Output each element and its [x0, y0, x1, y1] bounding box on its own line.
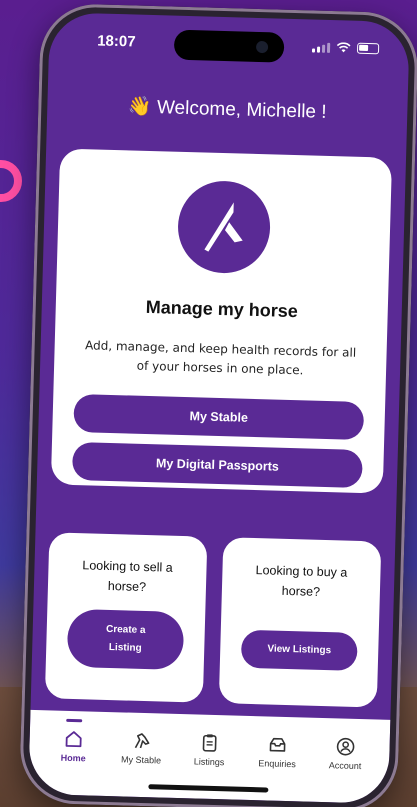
tab-listings[interactable]: Listings: [180, 732, 239, 768]
buy-horse-text: Looking to buy a horse?: [255, 563, 348, 599]
tab-my-stable[interactable]: My Stable: [112, 730, 171, 766]
pink-ring-decoration: [0, 160, 22, 202]
wifi-icon: [336, 41, 351, 52]
waving-hand-icon: 👋: [127, 96, 153, 119]
clipboard-icon: [202, 734, 217, 752]
welcome-text: Welcome, Michelle !: [156, 97, 327, 123]
bottom-tab-bar: Home My Stable Listings Enquiries Accoun…: [28, 709, 391, 804]
buy-horse-card: Looking to buy a horse? View Listings: [218, 537, 382, 708]
status-icons: [311, 41, 380, 54]
horse-icon: [134, 733, 150, 749]
inbox-icon: [269, 737, 286, 752]
tab-home[interactable]: Home: [44, 728, 103, 764]
app-screen: 18:07 👋 Welcome, Michelle ! Manage my ho…: [28, 12, 410, 804]
sell-horse-text: Looking to sell a horse?: [82, 558, 173, 595]
tab-account[interactable]: Account: [316, 736, 375, 772]
manage-horse-card: Manage my horse Add, manage, and keep he…: [50, 148, 393, 494]
tab-label: Enquiries: [258, 758, 296, 770]
tab-label: Account: [328, 760, 362, 772]
home-indicator: [148, 784, 269, 793]
status-bar: 18:07: [48, 12, 409, 76]
tab-enquiries[interactable]: Enquiries: [248, 734, 307, 770]
manage-horse-title: Manage my horse: [145, 296, 299, 322]
home-icon: [65, 731, 82, 748]
signal-icon: [311, 41, 331, 53]
welcome-heading: 👋 Welcome, Michelle !: [47, 92, 408, 126]
account-icon: [336, 737, 355, 756]
tab-label: Home: [60, 752, 86, 764]
dynamic-island: [173, 29, 285, 63]
phone-frame: 18:07 👋 Welcome, Michelle ! Manage my ho…: [18, 2, 417, 807]
create-listing-button[interactable]: Create a Listing: [66, 608, 185, 671]
sell-horse-card: Looking to sell a horse? Create a Listin…: [44, 532, 208, 703]
my-stable-button[interactable]: My Stable: [73, 393, 365, 441]
brand-logo: [176, 179, 272, 275]
battery-icon: [356, 42, 380, 54]
my-digital-passports-button[interactable]: My Digital Passports: [71, 441, 363, 489]
tab-label: Listings: [193, 756, 225, 768]
view-listings-button[interactable]: View Listings: [240, 629, 358, 671]
manage-horse-description: Add, manage, and keep health records for…: [84, 338, 357, 378]
tab-label: My Stable: [120, 754, 162, 766]
horse-ear-logo-icon: [204, 202, 243, 252]
status-time: 18:07: [96, 31, 136, 51]
